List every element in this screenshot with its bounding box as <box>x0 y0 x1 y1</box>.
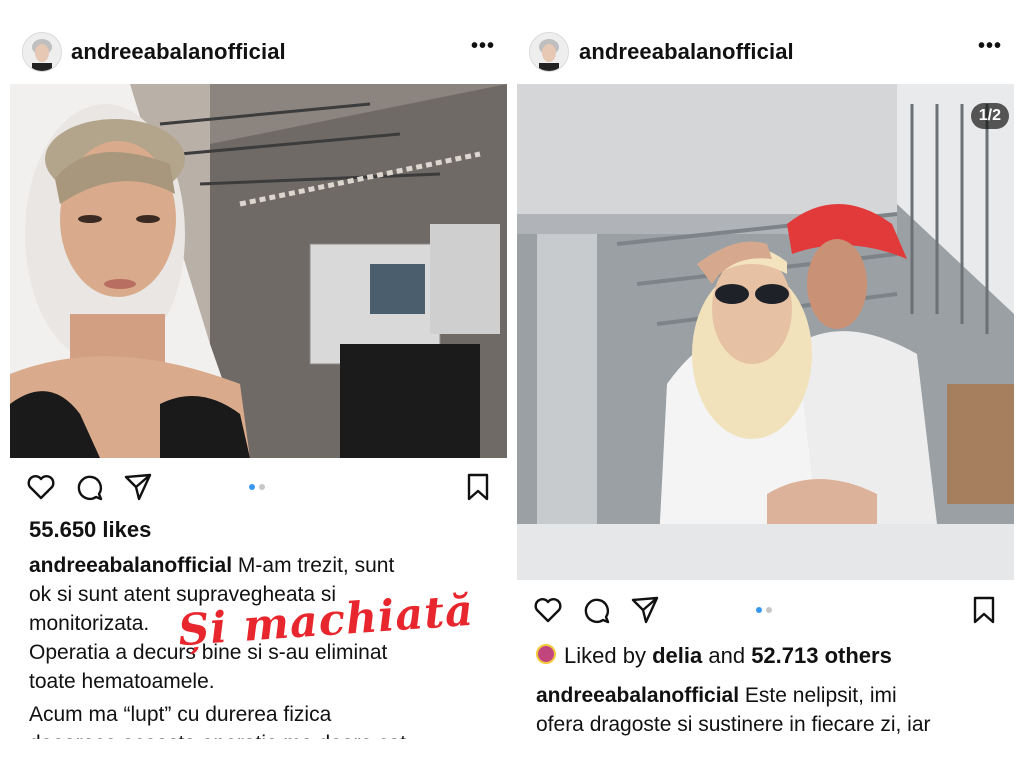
liked-by-prefix: Liked by <box>564 643 646 668</box>
post-actions-bar <box>26 472 496 502</box>
profile-avatar[interactable] <box>22 32 62 72</box>
share-send-icon[interactable] <box>123 472 153 502</box>
post-header: andreeabalanofficial ••• <box>0 28 512 78</box>
carousel-dot-active <box>249 484 255 490</box>
like-heart-icon[interactable] <box>26 472 56 502</box>
post-header: andreeabalanofficial ••• <box>512 28 1024 78</box>
liked-by-and: and <box>708 643 746 668</box>
caption-username[interactable]: andreeabalanofficial <box>29 554 232 577</box>
carousel-dot <box>259 484 265 490</box>
comment-icon[interactable] <box>581 595 611 625</box>
bookmark-icon[interactable] <box>463 472 493 502</box>
share-send-icon[interactable] <box>630 595 660 625</box>
carousel-dot <box>766 607 772 613</box>
instagram-post-1: andreeabalanofficial ••• 55.650 likes an… <box>0 0 512 768</box>
post-username[interactable]: andreeabalanofficial <box>579 39 794 65</box>
likes-count[interactable]: 55.650 likes <box>29 517 151 543</box>
more-options-icon[interactable]: ••• <box>471 36 495 56</box>
caption-line: ofera dragoste si sustinere in fiecare z… <box>536 713 931 736</box>
caption-username[interactable]: andreeabalanofficial <box>536 684 739 707</box>
liked-by-row: Liked by delia and 52.713 others <box>536 643 1006 669</box>
caption-line: Acum ma “lupt” cu durerea fizica <box>29 703 332 726</box>
caption-line: toate hematoamele. <box>29 670 215 693</box>
liker-avatar[interactable] <box>536 644 556 664</box>
liked-by-user[interactable]: delia <box>652 643 702 668</box>
more-options-icon[interactable]: ••• <box>978 36 1002 56</box>
liked-by-text: Liked by delia and 52.713 others <box>564 643 892 669</box>
caption-line: deoarece aceasta operatie ma doare cat <box>29 729 499 739</box>
liked-by-others[interactable]: 52.713 others <box>751 643 892 668</box>
photo-counter-badge: 1/2 <box>970 103 1009 129</box>
bookmark-icon[interactable] <box>969 595 999 625</box>
post-photo[interactable] <box>10 84 507 458</box>
post-photo[interactable] <box>517 84 1014 580</box>
profile-avatar[interactable] <box>529 32 569 72</box>
caption-line: Este nelipsit, imi <box>744 684 897 707</box>
post-actions-bar <box>533 595 1003 625</box>
caption-line: M-am trezit, sunt <box>237 554 395 577</box>
like-heart-icon[interactable] <box>533 595 563 625</box>
comment-icon[interactable] <box>74 472 104 502</box>
instagram-post-2: andreeabalanofficial ••• 1/2 Liked by de… <box>512 0 1024 768</box>
post-username[interactable]: andreeabalanofficial <box>71 39 286 65</box>
carousel-dots <box>249 484 265 490</box>
post-caption: andreeabalanofficial Este nelipsit, imi … <box>536 681 1011 739</box>
carousel-dots <box>756 607 772 613</box>
carousel-dot-active <box>756 607 762 613</box>
